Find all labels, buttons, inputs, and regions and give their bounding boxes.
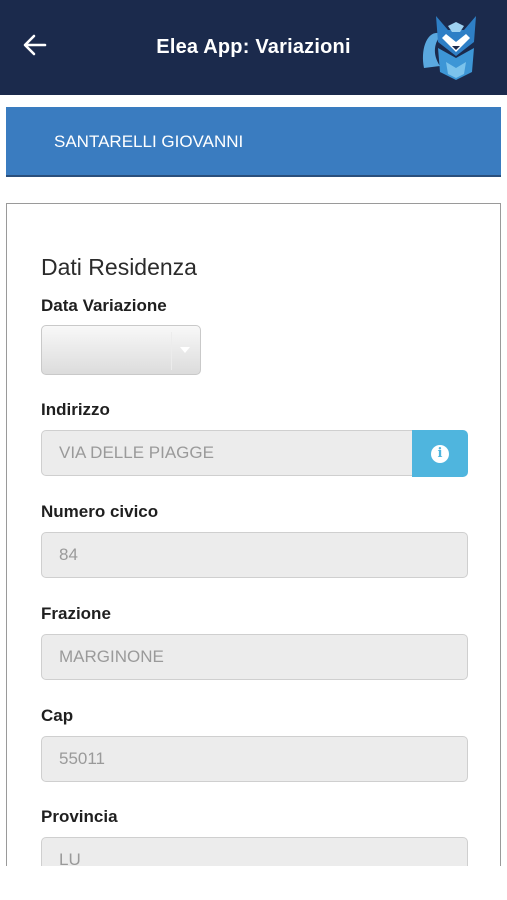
indirizzo-label: Indirizzo [41, 400, 110, 419]
patient-name: SANTARELLI GIOVANNI [54, 132, 244, 151]
frazione-label: Frazione [41, 604, 111, 623]
numero-civico-value: 84 [59, 545, 78, 564]
frazione-value: MARGINONE [59, 647, 164, 666]
cap-label: Cap [41, 706, 74, 725]
indirizzo-info-button[interactable]: i [412, 430, 468, 477]
section-title: Dati Residenza [41, 254, 197, 280]
data-variazione-label: Data Variazione [41, 296, 167, 315]
numero-civico-field[interactable]: 84 [41, 532, 468, 578]
provincia-label: Provincia [41, 807, 118, 826]
cap-value: 55011 [59, 749, 106, 768]
frazione-field[interactable]: MARGINONE [41, 634, 468, 680]
cap-field[interactable]: 55011 [41, 736, 468, 782]
residence-form-card: Dati Residenza Data Variazione Indirizzo… [6, 203, 501, 900]
fox-logo-icon [422, 16, 476, 80]
select-divider [171, 332, 172, 370]
indirizzo-value: VIA DELLE PIAGGE [59, 443, 214, 462]
top-navigation-bar: Elea App: Variazioni [0, 0, 507, 95]
indirizzo-field[interactable]: VIA DELLE PIAGGE [41, 430, 413, 476]
app-screen: Elea App: Variazioni SANTARELLI GIOVANNI… [0, 0, 507, 900]
bottom-mask [0, 866, 507, 900]
info-icon: i [431, 444, 449, 463]
data-variazione-select[interactable] [41, 325, 201, 375]
chevron-down-icon [180, 347, 190, 353]
numero-civico-label: Numero civico [41, 502, 159, 521]
patient-name-banner: SANTARELLI GIOVANNI [6, 107, 501, 177]
